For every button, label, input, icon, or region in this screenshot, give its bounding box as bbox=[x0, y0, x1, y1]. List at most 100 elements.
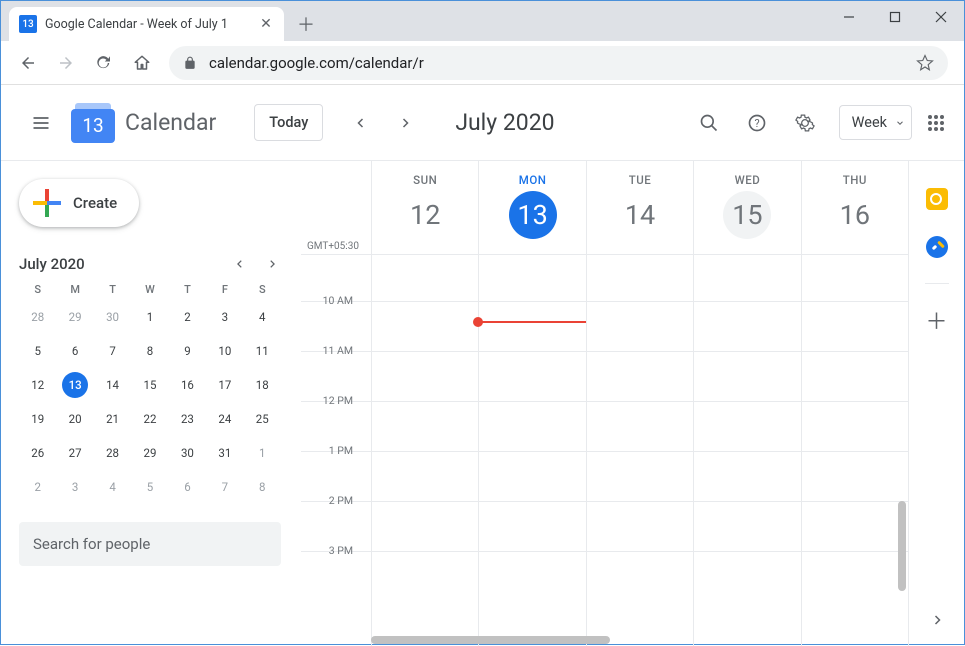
hour-label: 10 AM bbox=[301, 294, 361, 307]
settings-button[interactable] bbox=[785, 103, 825, 143]
home-button[interactable] bbox=[125, 46, 159, 80]
mini-day[interactable]: 20 bbox=[62, 406, 88, 432]
mini-day[interactable]: 22 bbox=[137, 406, 163, 432]
mini-dow: W bbox=[131, 283, 168, 296]
window-minimize-button[interactable] bbox=[826, 1, 872, 33]
hour-row[interactable]: 1 PM bbox=[301, 451, 908, 501]
addons-button[interactable]: ＋ bbox=[925, 308, 949, 332]
day-header[interactable]: SUN12 bbox=[371, 161, 478, 254]
new-tab-button[interactable]: ＋ bbox=[292, 10, 320, 38]
mini-day[interactable]: 1 bbox=[137, 304, 163, 330]
mini-day[interactable]: 29 bbox=[62, 304, 88, 330]
hour-row[interactable]: 3 PM bbox=[301, 551, 908, 601]
hour-row[interactable]: 10 AM bbox=[301, 301, 908, 351]
browser-tab[interactable]: 13 Google Calendar - Week of July 1 ✕ bbox=[9, 7, 284, 41]
day-header[interactable]: THU16 bbox=[801, 161, 908, 254]
url-text: calendar.google.com/calendar/r bbox=[209, 54, 904, 72]
day-header[interactable]: TUE 14 bbox=[586, 161, 693, 254]
mini-day[interactable]: 9 bbox=[174, 338, 200, 364]
mini-day[interactable]: 10 bbox=[212, 338, 238, 364]
bookmark-star-icon[interactable] bbox=[916, 54, 934, 72]
mini-day[interactable]: 19 bbox=[25, 406, 51, 432]
day-number[interactable]: 14 bbox=[616, 191, 664, 239]
mini-day[interactable]: 30 bbox=[100, 304, 126, 330]
today-button[interactable]: Today bbox=[254, 104, 323, 141]
reload-button[interactable] bbox=[87, 46, 121, 80]
day-number[interactable]: 15 bbox=[723, 191, 771, 239]
hour-row[interactable]: 9 AM bbox=[301, 255, 908, 301]
back-button[interactable] bbox=[11, 46, 45, 80]
mini-day[interactable]: 31 bbox=[212, 440, 238, 466]
mini-day[interactable]: 23 bbox=[174, 406, 200, 432]
mini-day[interactable]: 8 bbox=[249, 474, 275, 500]
hour-row[interactable]: 11 AM bbox=[301, 351, 908, 401]
mini-day[interactable]: 5 bbox=[137, 474, 163, 500]
day-header[interactable]: MON13 bbox=[478, 161, 585, 254]
mini-day[interactable]: 4 bbox=[100, 474, 126, 500]
forward-button[interactable] bbox=[49, 46, 83, 80]
window-maximize-button[interactable] bbox=[872, 1, 918, 33]
mini-cal-next[interactable] bbox=[263, 255, 281, 273]
prev-period-button[interactable] bbox=[343, 105, 379, 141]
mini-day[interactable]: 29 bbox=[137, 440, 163, 466]
mini-day[interactable]: 3 bbox=[62, 474, 88, 500]
mini-day[interactable]: 26 bbox=[25, 440, 51, 466]
mini-day[interactable]: 24 bbox=[212, 406, 238, 432]
mini-day[interactable]: 8 bbox=[137, 338, 163, 364]
mini-day[interactable]: 28 bbox=[100, 440, 126, 466]
mini-day[interactable]: 7 bbox=[212, 474, 238, 500]
mini-day[interactable]: 5 bbox=[25, 338, 51, 364]
help-button[interactable]: ? bbox=[737, 103, 777, 143]
mini-day[interactable]: 4 bbox=[249, 304, 275, 330]
mini-day[interactable]: 27 bbox=[62, 440, 88, 466]
mini-day[interactable]: 1 bbox=[249, 440, 275, 466]
day-number[interactable]: 16 bbox=[831, 191, 879, 239]
mini-day[interactable]: 12 bbox=[25, 372, 51, 398]
mini-day[interactable]: 15 bbox=[137, 372, 163, 398]
view-switcher[interactable]: Week bbox=[839, 105, 912, 140]
day-of-week: TUE bbox=[629, 173, 652, 187]
vertical-scrollbar-thumb[interactable] bbox=[898, 501, 906, 591]
main-menu-button[interactable] bbox=[19, 101, 63, 145]
mini-day[interactable]: 28 bbox=[25, 304, 51, 330]
horizontal-scrollbar-thumb[interactable] bbox=[371, 636, 610, 644]
search-people-input[interactable]: Search for people bbox=[19, 522, 281, 566]
mini-day[interactable]: 3 bbox=[212, 304, 238, 330]
keep-icon[interactable] bbox=[925, 187, 949, 211]
window-close-button[interactable] bbox=[918, 1, 964, 33]
horizontal-scrollbar[interactable] bbox=[371, 636, 848, 644]
mini-day[interactable]: 25 bbox=[249, 406, 275, 432]
search-button[interactable] bbox=[689, 103, 729, 143]
mini-day[interactable]: 17 bbox=[212, 372, 238, 398]
mini-day[interactable]: 21 bbox=[100, 406, 126, 432]
mini-day[interactable]: 2 bbox=[25, 474, 51, 500]
collapse-side-panel-button[interactable] bbox=[931, 614, 943, 626]
hour-row[interactable]: 12 PM bbox=[301, 401, 908, 451]
plus-icon bbox=[33, 189, 61, 217]
app-logo[interactable]: 13 Calendar bbox=[71, 103, 216, 143]
tab-close-icon[interactable]: ✕ bbox=[258, 16, 274, 32]
chevron-down-icon bbox=[895, 118, 905, 128]
google-apps-button[interactable] bbox=[928, 115, 946, 131]
time-grid[interactable]: 9 AM10 AM11 AM12 PM1 PM2 PM3 PM bbox=[301, 255, 908, 646]
mini-day[interactable]: 11 bbox=[249, 338, 275, 364]
create-button[interactable]: Create bbox=[19, 179, 139, 227]
next-period-button[interactable] bbox=[387, 105, 423, 141]
app-name: Calendar bbox=[125, 109, 216, 136]
mini-day[interactable]: 30 bbox=[174, 440, 200, 466]
mini-day[interactable]: 13 bbox=[62, 372, 88, 398]
day-number[interactable]: 13 bbox=[509, 191, 557, 239]
mini-cal-prev[interactable] bbox=[231, 255, 249, 273]
mini-day[interactable]: 14 bbox=[100, 372, 126, 398]
mini-day[interactable]: 2 bbox=[174, 304, 200, 330]
day-header[interactable]: WED15 bbox=[693, 161, 800, 254]
mini-day[interactable]: 6 bbox=[174, 474, 200, 500]
day-number[interactable]: 12 bbox=[401, 191, 449, 239]
mini-day[interactable]: 6 bbox=[62, 338, 88, 364]
mini-day[interactable]: 18 bbox=[249, 372, 275, 398]
mini-day[interactable]: 16 bbox=[174, 372, 200, 398]
mini-day[interactable]: 7 bbox=[100, 338, 126, 364]
address-bar[interactable]: calendar.google.com/calendar/r bbox=[169, 46, 948, 80]
hour-row[interactable]: 2 PM bbox=[301, 501, 908, 551]
tasks-icon[interactable] bbox=[925, 235, 949, 259]
